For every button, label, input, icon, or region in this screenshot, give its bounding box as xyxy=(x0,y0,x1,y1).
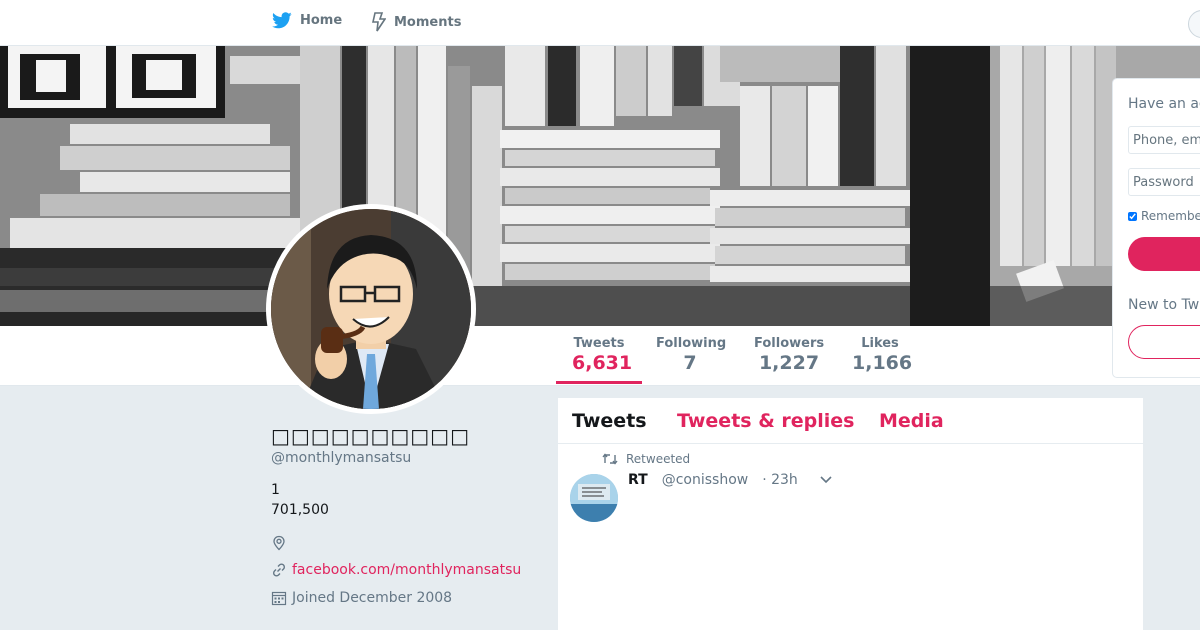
profile-timeline: Tweets Tweets & replies Media Retweeted xyxy=(557,397,1144,630)
signup-prompt: New to Twitter? xyxy=(1128,297,1200,313)
nav-moments[interactable]: Moments xyxy=(372,12,461,32)
nav-moments-label: Moments xyxy=(394,14,462,30)
profile-stats-bar: Tweets 6,631 Following 7 Followers 1,227… xyxy=(0,326,1200,386)
tweet-author-handle[interactable]: @conisshow xyxy=(662,472,749,488)
retweet-context: Retweeted xyxy=(602,452,690,466)
active-tab-indicator xyxy=(556,381,642,384)
tweet-author-name[interactable]: RT xyxy=(628,472,648,488)
search-input[interactable] xyxy=(1188,10,1200,38)
stat-likes-value: 1,166 xyxy=(852,352,913,374)
stat-followers[interactable]: Followers 1,227 xyxy=(754,336,824,374)
tweet-timestamp[interactable]: · 23h xyxy=(762,472,798,488)
profile-joined: Joined December 2008 xyxy=(271,590,452,606)
stat-following[interactable]: Following 7 xyxy=(656,336,727,374)
login-card: Have an account? Remember me New to Twit… xyxy=(1112,78,1200,378)
login-title: Have an account? xyxy=(1128,96,1200,112)
profile-joined-text: Joined December 2008 xyxy=(292,590,453,606)
profile-bio-line: 1 xyxy=(271,482,280,498)
stat-likes[interactable]: Likes 1,166 xyxy=(852,336,913,374)
link-icon xyxy=(272,563,286,577)
login-username-input[interactable] xyxy=(1128,126,1200,154)
nav-home[interactable]: Home xyxy=(272,12,342,29)
stat-tweets[interactable]: Tweets 6,631 xyxy=(556,336,642,384)
remember-me[interactable]: Remember me xyxy=(1128,209,1200,223)
avatar-illustration xyxy=(271,209,471,409)
location-pin-icon xyxy=(273,535,285,551)
twitter-bird-icon xyxy=(272,12,292,29)
remember-me-label: Remember me xyxy=(1141,209,1200,223)
retweet-context-text: Retweeted xyxy=(626,452,691,466)
retweet-icon xyxy=(602,453,618,465)
stat-tweets-value: 6,631 xyxy=(572,352,633,374)
remember-me-checkbox[interactable] xyxy=(1128,211,1137,221)
timeline-tabs: Tweets Tweets & replies Media xyxy=(558,398,1143,444)
stat-following-label: Following xyxy=(656,336,727,351)
tab-media[interactable]: Media xyxy=(879,410,944,432)
nav-home-label: Home xyxy=(300,13,343,28)
profile-website-link[interactable]: facebook.com/monthlymansatsu xyxy=(292,562,521,578)
profile-location xyxy=(271,535,292,551)
login-button[interactable] xyxy=(1128,237,1200,271)
tab-tweets-and-replies[interactable]: Tweets & replies xyxy=(677,410,854,432)
tweet-header: RT @conisshow · 23h xyxy=(628,472,798,488)
stat-likes-label: Likes xyxy=(861,336,899,351)
moments-bolt-icon xyxy=(372,12,386,32)
chevron-down-icon[interactable] xyxy=(820,476,832,484)
profile-banner xyxy=(0,46,1200,326)
profile-avatar[interactable] xyxy=(266,204,476,414)
tweet-author-avatar[interactable] xyxy=(570,474,618,522)
top-navigation-bar: Home Moments xyxy=(0,0,1200,46)
calendar-icon xyxy=(271,591,287,606)
bookshelf-banner-image xyxy=(0,46,1200,326)
stat-tweets-label: Tweets xyxy=(573,336,625,351)
signup-button[interactable] xyxy=(1128,325,1200,359)
profile-website: facebook.com/monthlymansatsu xyxy=(271,562,521,578)
stat-followers-label: Followers xyxy=(754,336,825,351)
profile-bio-line: 701,500 xyxy=(271,502,329,518)
tab-tweets[interactable]: Tweets xyxy=(572,410,647,432)
profile-handle[interactable]: @monthlymansatsu xyxy=(271,450,411,466)
login-password-input[interactable] xyxy=(1128,168,1200,196)
tweet-avatar-image xyxy=(570,474,618,522)
stat-following-value: 7 xyxy=(683,352,697,374)
profile-name[interactable]: □□□□□□□□□□ xyxy=(271,424,470,448)
stat-followers-value: 1,227 xyxy=(758,352,820,374)
